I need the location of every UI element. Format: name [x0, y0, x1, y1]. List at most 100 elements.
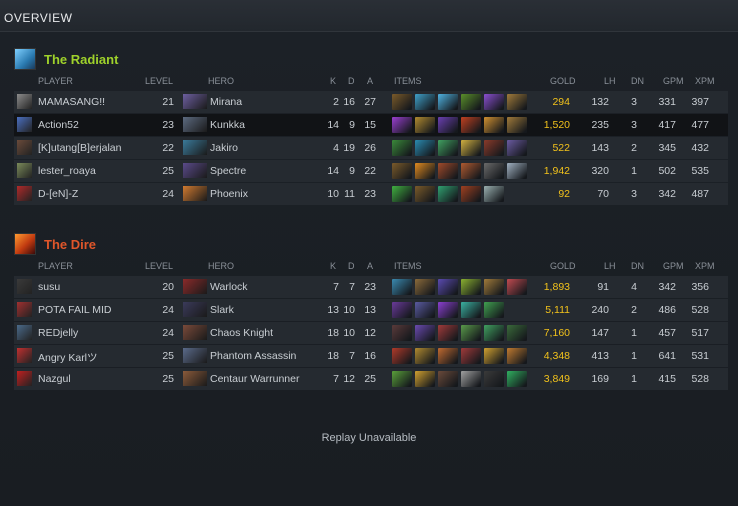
item-icon[interactable] — [484, 371, 504, 387]
cell-player[interactable]: Angry Karlツ — [38, 350, 158, 365]
item-icon[interactable] — [461, 140, 481, 156]
item-icon[interactable] — [484, 117, 504, 133]
player-avatar[interactable] — [17, 186, 32, 201]
item-icon[interactable] — [392, 163, 412, 179]
column-header-a[interactable]: A — [367, 261, 373, 271]
item-icon[interactable] — [438, 186, 458, 202]
column-header-level[interactable]: LEVEL — [145, 261, 173, 271]
item-icon[interactable] — [461, 348, 481, 364]
item-icon[interactable] — [392, 371, 412, 387]
item-icon[interactable] — [415, 94, 435, 110]
item-icon[interactable] — [438, 279, 458, 295]
column-header-hero[interactable]: HERO — [208, 261, 234, 271]
hero-portrait-icon[interactable] — [183, 348, 207, 363]
cell-player[interactable]: MAMASANG!! — [38, 96, 158, 108]
column-header-d[interactable]: D — [348, 76, 355, 86]
cell-player[interactable]: POTA FAIL MID — [38, 304, 158, 316]
player-row[interactable]: POTA FAIL MID 24 Slark 13 10 13 5,111 240 2 486 52… — [14, 299, 728, 321]
hero-portrait-icon[interactable] — [183, 371, 207, 386]
item-icon[interactable] — [438, 140, 458, 156]
item-icon[interactable] — [438, 163, 458, 179]
column-header-lh[interactable]: LH — [604, 261, 616, 271]
player-avatar[interactable] — [17, 302, 32, 317]
player-row[interactable]: D-[eN]-Z 24 Phoenix 10 11 23 92 70 3 342 487 — [14, 183, 728, 205]
player-avatar[interactable] — [17, 117, 32, 132]
item-icon[interactable] — [484, 325, 504, 341]
column-header-gpm[interactable]: GPM — [663, 261, 684, 271]
player-avatar[interactable] — [17, 325, 32, 340]
item-icon[interactable] — [392, 348, 412, 364]
item-icon[interactable] — [415, 371, 435, 387]
cell-hero[interactable]: Spectre — [210, 165, 330, 177]
item-icon[interactable] — [415, 163, 435, 179]
item-icon[interactable] — [484, 279, 504, 295]
cell-hero[interactable]: Warlock — [210, 281, 330, 293]
player-row[interactable]: REDjelly 24 Chaos Knight 18 10 12 7,160 147 1 457… — [14, 322, 728, 344]
item-icon[interactable] — [461, 302, 481, 318]
item-icon[interactable] — [507, 279, 527, 295]
item-icon[interactable] — [392, 325, 412, 341]
hero-portrait-icon[interactable] — [183, 163, 207, 178]
column-header-gold[interactable]: GOLD — [550, 76, 576, 86]
player-row[interactable]: Angry Karlツ 25 Phantom Assassin 18 7 16 4,348 4… — [14, 345, 728, 367]
item-icon[interactable] — [392, 302, 412, 318]
hero-portrait-icon[interactable] — [183, 117, 207, 132]
item-icon[interactable] — [484, 348, 504, 364]
item-icon[interactable] — [507, 325, 527, 341]
column-header-d[interactable]: D — [348, 261, 355, 271]
column-header-level[interactable]: LEVEL — [145, 76, 173, 86]
column-header-hero[interactable]: HERO — [208, 76, 234, 86]
item-icon[interactable] — [461, 279, 481, 295]
player-avatar[interactable] — [17, 348, 32, 363]
item-icon[interactable] — [507, 140, 527, 156]
cell-hero[interactable]: Slark — [210, 304, 330, 316]
cell-hero[interactable]: Phoenix — [210, 188, 330, 200]
player-row[interactable]: Nazgul 25 Centaur Warrunner 7 12 25 3,849 169 1 4… — [14, 368, 728, 390]
item-icon[interactable] — [438, 371, 458, 387]
column-header-xpm[interactable]: XPM — [695, 76, 715, 86]
cell-player[interactable]: lester_roaya — [38, 165, 158, 177]
column-header-dn[interactable]: DN — [631, 261, 644, 271]
item-icon[interactable] — [507, 371, 527, 387]
hero-portrait-icon[interactable] — [183, 140, 207, 155]
item-icon[interactable] — [415, 117, 435, 133]
item-icon[interactable] — [392, 279, 412, 295]
item-icon[interactable] — [461, 186, 481, 202]
cell-player[interactable]: Action52 — [38, 119, 158, 131]
column-header-k[interactable]: K — [330, 76, 336, 86]
item-icon[interactable] — [438, 117, 458, 133]
cell-player[interactable]: [K]utang[B]erjalan — [38, 142, 158, 154]
item-icon[interactable] — [392, 140, 412, 156]
hero-portrait-icon[interactable] — [183, 94, 207, 109]
hero-portrait-icon[interactable] — [183, 279, 207, 294]
item-icon[interactable] — [461, 117, 481, 133]
hero-portrait-icon[interactable] — [183, 302, 207, 317]
column-header-lh[interactable]: LH — [604, 76, 616, 86]
column-header-player[interactable]: PLAYER — [38, 261, 73, 271]
item-icon[interactable] — [461, 325, 481, 341]
cell-player[interactable]: susu — [38, 281, 158, 293]
column-header-xpm[interactable]: XPM — [695, 261, 715, 271]
cell-hero[interactable]: Jakiro — [210, 142, 330, 154]
cell-hero[interactable]: Mirana — [210, 96, 330, 108]
item-icon[interactable] — [415, 140, 435, 156]
item-icon[interactable] — [484, 186, 504, 202]
cell-hero[interactable]: Chaos Knight — [210, 327, 330, 339]
item-icon[interactable] — [415, 302, 435, 318]
item-icon[interactable] — [415, 325, 435, 341]
column-header-k[interactable]: K — [330, 261, 336, 271]
item-icon[interactable] — [415, 279, 435, 295]
cell-hero[interactable]: Centaur Warrunner — [210, 373, 330, 385]
item-icon[interactable] — [415, 348, 435, 364]
column-header-gold[interactable]: GOLD — [550, 261, 576, 271]
hero-portrait-icon[interactable] — [183, 325, 207, 340]
player-row[interactable]: susu 20 Warlock 7 7 23 1,893 91 4 342 356 — [14, 276, 728, 298]
player-avatar[interactable] — [17, 279, 32, 294]
player-avatar[interactable] — [17, 94, 32, 109]
item-icon[interactable] — [461, 163, 481, 179]
item-icon[interactable] — [438, 302, 458, 318]
column-header-items[interactable]: ITEMS — [394, 261, 422, 271]
player-row[interactable]: Action52 23 Kunkka 14 9 15 1,520 235 3 417 477 — [14, 114, 728, 136]
item-icon[interactable] — [438, 348, 458, 364]
item-icon[interactable] — [507, 94, 527, 110]
